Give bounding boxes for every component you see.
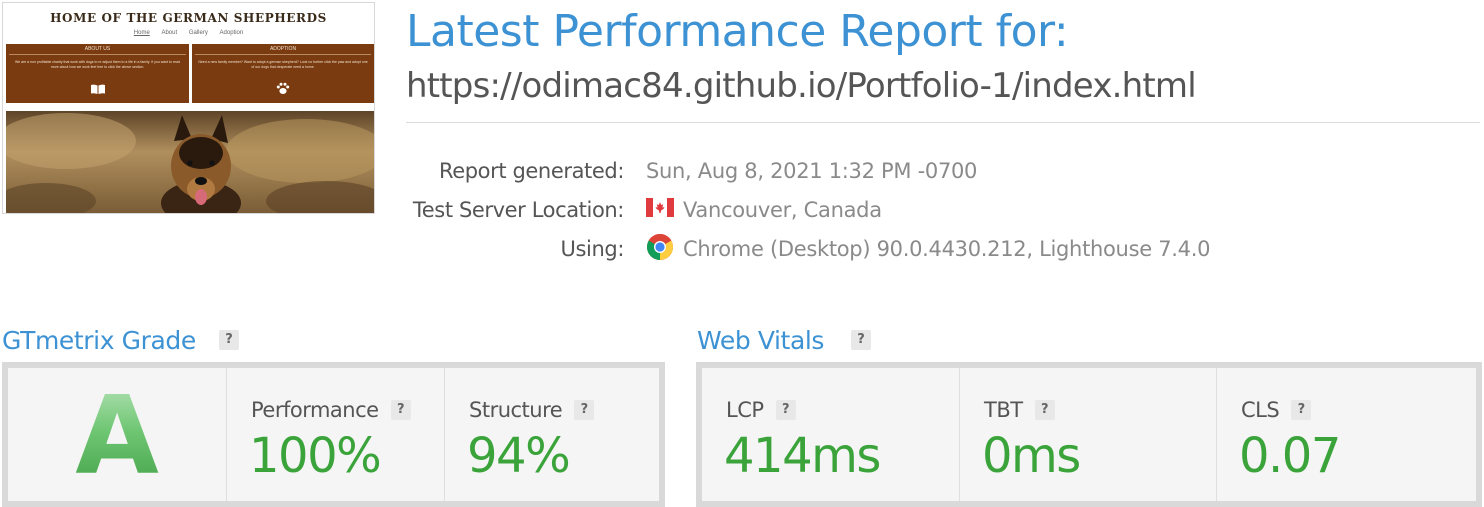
performance-value: 100% bbox=[249, 428, 382, 484]
tbt-help-button[interactable]: ? bbox=[1034, 400, 1055, 420]
thumbnail-adoption-heading: ADOPTION bbox=[195, 44, 371, 55]
grade-cell: A bbox=[8, 368, 227, 501]
thumbnail-about-panel: ABOUT US We are a non profitable charity… bbox=[6, 44, 189, 103]
report-generated-text: Sun, Aug 8, 2021 1:32 PM -0700 bbox=[646, 159, 978, 183]
tbt-cell: TBT ? 0ms bbox=[960, 368, 1217, 501]
report-url[interactable]: https://odimac84.github.io/Portfolio-1/i… bbox=[406, 66, 1197, 106]
web-vitals-help-button[interactable]: ? bbox=[851, 330, 871, 350]
web-vitals-card-inner: LCP ? 414ms TBT ? 0ms CLS ? 0.07 bbox=[702, 368, 1476, 501]
thumbnail-nav: Home About Gallery Adoption bbox=[3, 30, 374, 36]
report-generated-label: Report generated: bbox=[438, 159, 624, 183]
gtmetrix-grade-help-button[interactable]: ? bbox=[219, 330, 239, 350]
book-icon bbox=[6, 82, 189, 100]
performance-label: Performance bbox=[251, 398, 379, 422]
lcp-cell: LCP ? 414ms bbox=[702, 368, 960, 501]
tbt-label-wrap: TBT ? bbox=[984, 398, 1055, 422]
lcp-label-wrap: LCP ? bbox=[726, 398, 796, 422]
thumbnail-nav-adoption: Adoption bbox=[219, 30, 244, 36]
using-text: Chrome (Desktop) 90.0.4430.212, Lighthou… bbox=[683, 237, 1211, 261]
thumbnail-nav-gallery: Gallery bbox=[188, 30, 208, 36]
test-server-location-row: Test Server Location: Vancouver, Canada bbox=[0, 196, 1484, 224]
using-label: Using: bbox=[560, 237, 625, 261]
lcp-help-button[interactable]: ? bbox=[775, 400, 796, 420]
lcp-label: LCP bbox=[726, 398, 764, 422]
report-generated-row: Report generated: Sun, Aug 8, 2021 1:32 … bbox=[0, 157, 1484, 185]
thumbnail-adoption-panel: ADOPTION Need a new family member? Want … bbox=[192, 44, 374, 103]
thumbnail-about-heading: ABOUT US bbox=[9, 44, 186, 55]
report-title: Latest Performance Report for: bbox=[406, 6, 1069, 57]
cls-label: CLS bbox=[1241, 398, 1280, 422]
cls-help-button[interactable]: ? bbox=[1291, 400, 1312, 420]
test-server-location-value: Vancouver, Canada bbox=[646, 198, 882, 222]
cls-label-wrap: CLS ? bbox=[1241, 398, 1312, 422]
structure-label-wrap: Structure ? bbox=[469, 398, 595, 422]
cls-cell: CLS ? 0.07 bbox=[1217, 368, 1476, 501]
structure-cell: Structure ? 94% bbox=[445, 368, 659, 501]
gtmetrix-grade-title: GTmetrix Grade bbox=[2, 326, 196, 355]
using-row: Using: Chrome (Desktop) 90.0.4430.212, L… bbox=[0, 233, 1484, 266]
performance-label-wrap: Performance ? bbox=[251, 398, 411, 422]
tbt-label: TBT bbox=[984, 398, 1023, 422]
thumbnail-about-text: We are a non profitable charity that wor… bbox=[14, 60, 181, 69]
thumbnail-site-title: HOME OF THE GERMAN SHEPHERDS bbox=[50, 11, 327, 25]
structure-label: Structure bbox=[469, 398, 563, 422]
chrome-icon bbox=[646, 233, 674, 266]
cls-value: 0.07 bbox=[1239, 428, 1341, 484]
paw-icon bbox=[192, 82, 374, 100]
structure-help-button[interactable]: ? bbox=[574, 400, 595, 420]
report-generated-value: Sun, Aug 8, 2021 1:32 PM -0700 bbox=[646, 159, 977, 183]
header-divider bbox=[406, 122, 1480, 123]
lcp-value: 414ms bbox=[724, 428, 881, 484]
gtmetrix-grade-card-inner: A Performance ? 100% Structure ? 94% bbox=[8, 368, 659, 501]
performance-help-button[interactable]: ? bbox=[390, 400, 411, 420]
using-value: Chrome (Desktop) 90.0.4430.212, Lighthou… bbox=[646, 233, 1210, 266]
thumbnail-adoption-text: Need a new family member? Want to adopt … bbox=[198, 60, 368, 69]
performance-cell: Performance ? 100% bbox=[227, 368, 445, 501]
test-server-location-label: Test Server Location: bbox=[412, 198, 624, 222]
thumbnail-nav-about: About bbox=[161, 30, 178, 36]
structure-value: 94% bbox=[467, 428, 571, 484]
web-vitals-card: LCP ? 414ms TBT ? 0ms CLS ? 0.07 bbox=[696, 362, 1482, 507]
grade-letter: A bbox=[8, 374, 226, 499]
thumbnail-nav-home: Home bbox=[133, 30, 150, 36]
gtmetrix-grade-card: A Performance ? 100% Structure ? 94% bbox=[2, 362, 665, 507]
web-vitals-title: Web Vitals bbox=[697, 326, 825, 355]
test-server-location-text: Vancouver, Canada bbox=[683, 198, 882, 222]
canada-flag-icon bbox=[646, 198, 674, 222]
tbt-value: 0ms bbox=[982, 428, 1081, 484]
